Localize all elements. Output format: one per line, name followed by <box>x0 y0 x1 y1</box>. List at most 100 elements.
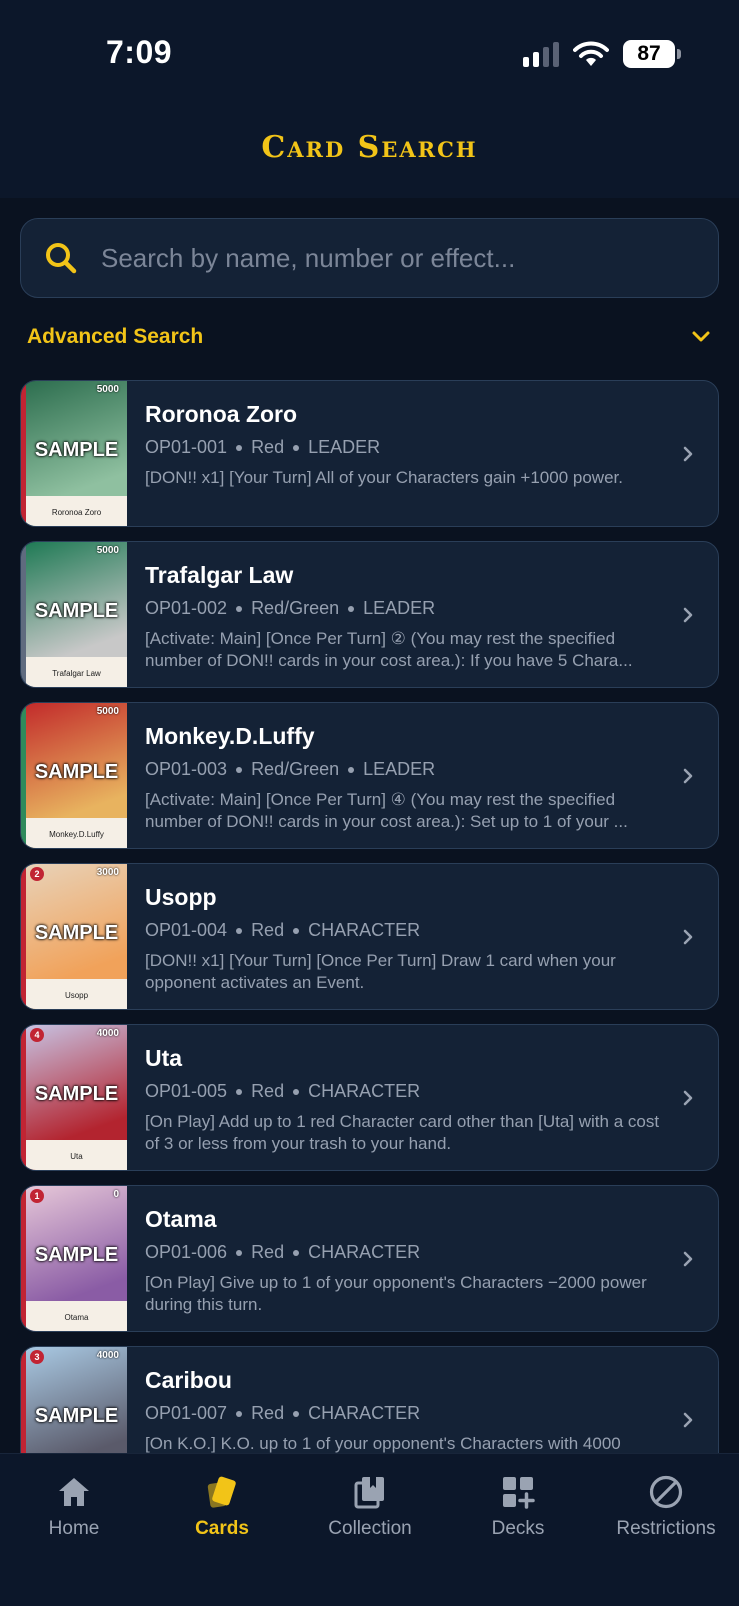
card-effect: [Activate: Main] [Once Per Turn] ④ (You … <box>145 790 628 831</box>
card-power: 0 <box>113 1189 119 1200</box>
card-number: OP01-002 <box>145 598 228 618</box>
sample-watermark: SAMPLE <box>34 1083 119 1105</box>
collection-icon <box>354 1477 384 1509</box>
separator-dot <box>236 1410 243 1417</box>
nav-label-cards: Cards <box>195 1518 249 1539</box>
separator-dot <box>293 1088 300 1095</box>
chevron-right-icon <box>683 1412 693 1428</box>
home-icon <box>59 1478 89 1506</box>
card-power: 4000 <box>96 1350 119 1361</box>
card-thumb-name: Roronoa Zoro <box>51 508 102 517</box>
decks-icon <box>503 1477 535 1509</box>
card-cost: 2 <box>30 867 44 881</box>
nav-item-decks[interactable]: Decks <box>444 1474 592 1540</box>
separator-dot <box>293 1410 300 1417</box>
card-effect: [Activate: Main] [Once Per Turn] ② (You … <box>145 629 633 670</box>
chevron-right-icon <box>683 446 693 462</box>
header: 7:09 87 Card Search <box>0 0 739 198</box>
separator-dot <box>293 1249 300 1256</box>
chevron-right-icon <box>683 929 693 945</box>
card-effect: [On Play] Add up to 1 red Character card… <box>145 1112 660 1153</box>
card-meta: OP01-003 Red/Green LEADER <box>145 759 665 780</box>
advanced-search-toggle[interactable]: Advanced Search <box>27 325 712 349</box>
status-time: 7:09 <box>106 34 173 70</box>
card-thumbnail: 1 0 SAMPLE Otama <box>21 1186 127 1331</box>
card-color: Red/Green <box>251 759 340 779</box>
card-name: Roronoa Zoro <box>145 401 298 427</box>
card-meta: OP01-005 Red CHARACTER <box>145 1081 665 1102</box>
card-thumb-name: Monkey.D.Luffy <box>49 830 104 839</box>
card-list[interactable]: 5000 SAMPLE Roronoa Zoro Roronoa Zoro OP01-0… <box>20 380 719 1453</box>
card-thumb-name: Uta <box>70 1152 83 1161</box>
card-row[interactable]: 1 0 SAMPLE Otama Otama OP01-006 Red CHARACTER [O… <box>20 1185 719 1332</box>
card-effect: [On Play] Give up to 1 of your opponent'… <box>145 1273 647 1314</box>
card-type: LEADER <box>308 437 381 457</box>
separator-dot <box>236 1249 243 1256</box>
card-thumbnail: 3 4000 SAMPLE <box>21 1347 127 1453</box>
wifi-icon <box>573 41 609 67</box>
card-meta: OP01-004 Red CHARACTER <box>145 920 665 941</box>
card-effect: [On K.O.] K.O. up to 1 of your opponent'… <box>145 1434 621 1453</box>
nav-item-cards[interactable]: Cards <box>148 1474 296 1540</box>
card-number: OP01-001 <box>145 437 228 457</box>
card-effect: [DON!! x1] [Your Turn] [Once Per Turn] D… <box>145 951 616 992</box>
chevron-down-icon <box>692 331 710 342</box>
nav-label-home: Home <box>48 1518 100 1539</box>
nav-label-decks: Decks <box>491 1518 545 1539</box>
separator-dot <box>236 1088 243 1095</box>
separator-dot <box>348 766 355 773</box>
card-thumb-name: Usopp <box>64 991 89 1000</box>
nav-item-restrictions[interactable]: Restrictions <box>592 1474 739 1540</box>
card-row[interactable]: 3 4000 SAMPLE Caribou OP01-007 Red CHARACTER [O… <box>20 1346 719 1453</box>
restrictions-icon <box>649 1475 683 1509</box>
card-name: Otama <box>145 1206 217 1232</box>
separator-dot <box>236 444 243 451</box>
nav-label-restrictions: Restrictions <box>616 1518 716 1539</box>
card-meta: OP01-001 Red LEADER <box>145 437 665 458</box>
card-meta: OP01-007 Red CHARACTER <box>145 1403 665 1424</box>
card-type: CHARACTER <box>308 1081 421 1101</box>
card-number: OP01-007 <box>145 1403 228 1423</box>
nav-item-collection[interactable]: Collection <box>296 1474 444 1540</box>
card-row[interactable]: 4 4000 SAMPLE Uta Uta OP01-005 Red CHARACTER [On… <box>20 1024 719 1171</box>
search-bar[interactable] <box>20 218 719 298</box>
card-meta: OP01-006 Red CHARACTER <box>145 1242 665 1263</box>
card-name: Uta <box>145 1045 183 1071</box>
card-color: Red <box>251 1081 285 1101</box>
separator-dot <box>293 927 300 934</box>
card-row[interactable]: 5000 SAMPLE Trafalgar Law Trafalgar Law OP01… <box>20 541 719 688</box>
card-name: Caribou <box>145 1367 232 1393</box>
separator-dot <box>236 927 243 934</box>
card-color: Red <box>251 1242 285 1262</box>
nav-label-collection: Collection <box>328 1518 412 1539</box>
card-row[interactable]: 2 3000 SAMPLE Usopp Usopp OP01-004 Red CHARACTE… <box>20 863 719 1010</box>
sample-watermark: SAMPLE <box>34 439 119 461</box>
card-thumbnail: 4 4000 SAMPLE Uta <box>21 1025 127 1170</box>
card-thumb-name: Otama <box>64 1313 89 1322</box>
bottom-nav: Home Cards Collection Decks Restrictions <box>0 1453 739 1606</box>
card-row[interactable]: 5000 SAMPLE Monkey.D.Luffy Monkey.D.Luffy OP… <box>20 702 719 849</box>
card-name: Trafalgar Law <box>145 562 294 588</box>
card-number: OP01-004 <box>145 920 228 940</box>
card-cost: 3 <box>30 1350 44 1364</box>
status-icons: 87 <box>523 40 681 68</box>
chevron-right-icon <box>683 1090 693 1106</box>
card-row[interactable]: 5000 SAMPLE Roronoa Zoro Roronoa Zoro OP01-0… <box>20 380 719 527</box>
card-power: 5000 <box>96 545 119 556</box>
card-color: Red <box>251 920 285 940</box>
sample-watermark: SAMPLE <box>34 600 119 622</box>
card-power: 4000 <box>96 1028 119 1039</box>
card-number: OP01-006 <box>145 1242 228 1262</box>
card-effect: [DON!! x1] [Your Turn] All of your Chara… <box>145 468 623 487</box>
search-input[interactable] <box>101 242 718 274</box>
card-power: 5000 <box>96 384 119 395</box>
sample-watermark: SAMPLE <box>34 1244 119 1266</box>
card-type: CHARACTER <box>308 920 421 940</box>
nav-item-home[interactable]: Home <box>0 1474 148 1540</box>
sample-watermark: SAMPLE <box>34 761 119 783</box>
search-icon <box>46 243 77 274</box>
separator-dot <box>348 605 355 612</box>
card-color: Red <box>251 1403 285 1423</box>
signal-icon <box>523 41 559 67</box>
card-thumb-name: Trafalgar Law <box>52 669 101 678</box>
